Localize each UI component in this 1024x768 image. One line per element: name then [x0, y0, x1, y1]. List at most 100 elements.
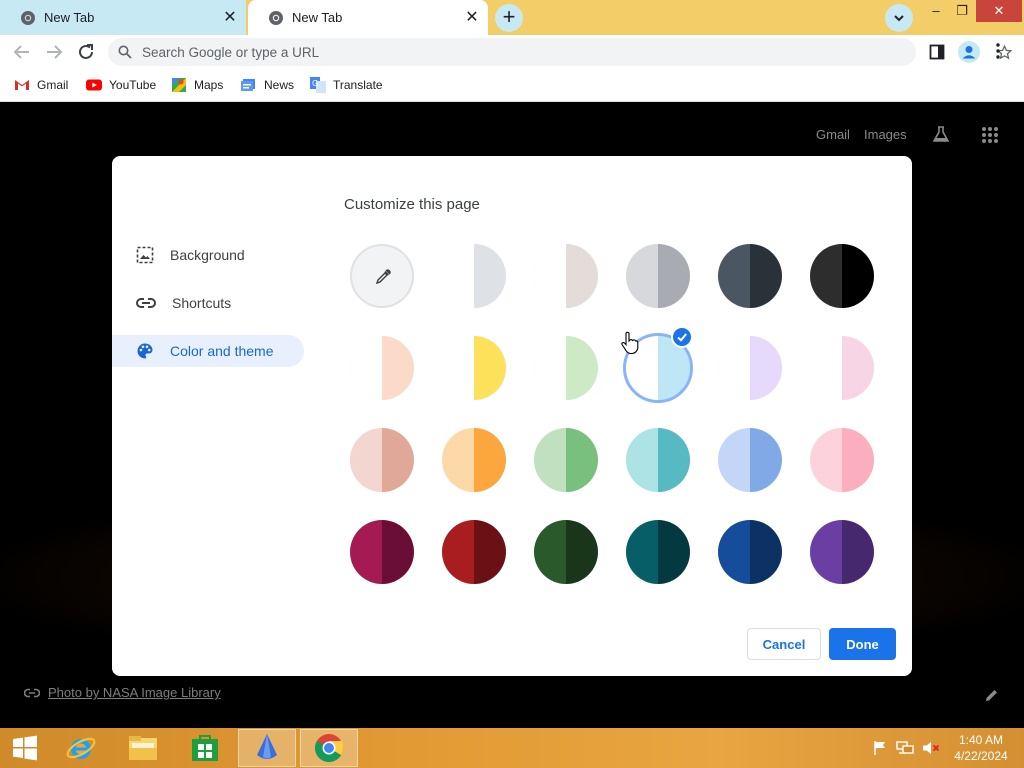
selected-check-icon — [671, 326, 693, 348]
bookmark-youtube[interactable]: YouTube — [86, 77, 156, 93]
side-panel-icon[interactable] — [929, 44, 945, 60]
color-swatch[interactable] — [442, 428, 506, 492]
volume-muted-icon[interactable] — [922, 740, 940, 756]
image-icon — [136, 246, 154, 264]
flag-icon[interactable] — [872, 740, 888, 756]
start-button[interactable] — [0, 729, 50, 767]
bookmark-label: Gmail — [37, 78, 69, 92]
taskbar-app[interactable] — [238, 729, 296, 767]
taskbar-file-explorer[interactable] — [114, 729, 172, 767]
attribution-text: Photo by NASA Image Library — [48, 685, 221, 700]
color-swatch[interactable] — [718, 244, 782, 308]
app-icon — [257, 734, 277, 759]
gmail-icon — [15, 80, 29, 90]
color-swatch[interactable] — [350, 428, 414, 492]
taskbar-clock[interactable]: 1:40 AM 4/22/2024 — [946, 732, 1016, 764]
eyedropper-icon — [375, 269, 391, 285]
system-tray — [872, 740, 940, 756]
chrome-icon — [315, 734, 344, 762]
color-swatch[interactable] — [718, 336, 782, 400]
color-swatch[interactable] — [810, 244, 874, 308]
windows-start-icon — [13, 735, 37, 761]
bookmark-translate[interactable]: G Translate — [310, 77, 383, 93]
color-swatch[interactable] — [718, 520, 782, 584]
color-swatch[interactable] — [810, 336, 874, 400]
sidebar-item-label: Color and theme — [170, 343, 274, 359]
tab-inactive[interactable]: New Tab ✕ — [0, 0, 246, 35]
color-swatch[interactable] — [442, 336, 506, 400]
tab-search-button[interactable] — [885, 4, 913, 32]
new-tab-button[interactable]: + — [495, 4, 523, 32]
maps-icon — [172, 78, 186, 92]
taskbar-chrome[interactable] — [300, 729, 358, 767]
link-icon — [136, 298, 156, 308]
color-swatch[interactable] — [626, 428, 690, 492]
sidebar-item-label: Shortcuts — [172, 295, 232, 311]
bookmark-maps[interactable]: Maps — [171, 77, 223, 93]
palette-icon — [137, 343, 153, 359]
color-swatch[interactable] — [350, 336, 414, 400]
photo-attribution-link[interactable]: Photo by NASA Image Library — [24, 685, 221, 700]
sidebar-item-label: Background — [170, 247, 245, 263]
chevron-down-icon — [894, 15, 904, 22]
color-swatch[interactable] — [810, 520, 874, 584]
translate-icon: G — [310, 77, 326, 93]
labs-flask-icon[interactable] — [932, 125, 950, 143]
tab-title: New Tab — [292, 10, 343, 25]
custom-color-swatch[interactable] — [350, 244, 414, 308]
window-close-button[interactable]: ✕ — [976, 0, 1022, 22]
tab-strip: New Tab ✕ New Tab ✕ + – ❐ ✕ — [0, 0, 1024, 35]
sidebar-item-shortcuts[interactable]: Shortcuts — [112, 287, 304, 319]
bookmark-label: News — [264, 78, 295, 92]
omnibox[interactable]: Search Google or type a URL — [108, 38, 1013, 66]
hand-cursor-icon — [621, 331, 639, 355]
edit-pencil-icon[interactable] — [984, 688, 999, 703]
taskbar-store[interactable] — [176, 729, 234, 767]
color-swatch[interactable] — [442, 244, 506, 308]
forward-arrow-icon[interactable] — [42, 40, 66, 64]
profile-avatar-icon[interactable] — [958, 41, 980, 63]
tab-active[interactable]: New Tab ✕ — [248, 0, 488, 35]
color-swatch[interactable] — [534, 520, 598, 584]
ntp-images-link[interactable]: Images — [864, 127, 907, 142]
bookmarks-bar: Gmail YouTube Maps News G Translate — [0, 69, 1024, 102]
done-button[interactable]: Done — [829, 628, 896, 660]
color-swatch[interactable] — [442, 520, 506, 584]
color-swatch[interactable] — [626, 244, 690, 308]
chrome-favicon-icon — [21, 10, 35, 25]
reload-icon[interactable] — [74, 40, 98, 64]
color-swatch[interactable] — [810, 428, 874, 492]
network-icon[interactable] — [896, 740, 914, 756]
bookmark-label: YouTube — [109, 78, 157, 92]
ntp-gmail-link[interactable]: Gmail — [816, 127, 850, 142]
color-swatch[interactable] — [718, 428, 782, 492]
browser-toolbar: Search Google or type a URL — [0, 35, 1024, 69]
apps-grid-icon[interactable] — [981, 126, 999, 144]
bookmark-gmail[interactable]: Gmail — [14, 77, 68, 93]
restore-button[interactable]: ❐ — [946, 0, 978, 22]
tab-title: New Tab — [44, 10, 95, 25]
search-icon — [118, 45, 132, 59]
clock-date: 4/22/2024 — [954, 749, 1008, 763]
clock-time: 1:40 AM — [958, 733, 1004, 747]
color-swatch[interactable] — [626, 520, 690, 584]
sidebar-item-color-and-theme[interactable]: Color and theme — [112, 335, 304, 367]
file-explorer-icon — [129, 736, 157, 760]
color-swatch[interactable] — [534, 428, 598, 492]
color-swatch[interactable] — [350, 520, 414, 584]
taskbar-internet-explorer[interactable] — [52, 729, 110, 767]
bookmark-news[interactable]: News — [241, 77, 294, 93]
tab-close-icon[interactable]: ✕ — [464, 9, 480, 26]
bookmark-label: Translate — [333, 78, 383, 92]
more-vert-icon[interactable] — [996, 43, 1000, 59]
dialog-title: Customize this page — [344, 196, 480, 213]
sidebar-item-background[interactable]: Background — [112, 239, 304, 271]
tab-close-icon[interactable]: ✕ — [222, 9, 238, 26]
back-arrow-icon[interactable] — [10, 40, 34, 64]
bookmark-label: Maps — [194, 78, 224, 92]
color-swatch[interactable] — [534, 244, 598, 308]
chrome-favicon-icon — [269, 10, 283, 25]
cancel-button[interactable]: Cancel — [747, 628, 821, 660]
omnibox-placeholder: Search Google or type a URL — [142, 45, 320, 60]
color-swatch[interactable] — [534, 336, 598, 400]
